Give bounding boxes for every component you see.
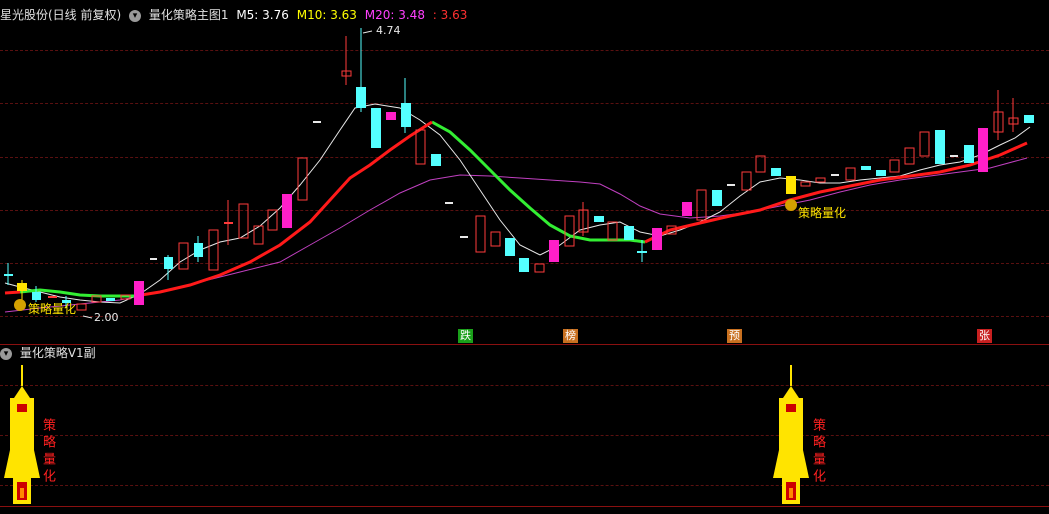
signal-tag-rank: 榜 [563, 329, 578, 343]
candles [4, 28, 1034, 311]
candlestick-chart[interactable] [0, 0, 1049, 514]
rocket-label: 策略量化 [40, 418, 55, 486]
strategy-label: 策略量化 [28, 302, 77, 316]
high-price-label: 4.74 [376, 24, 401, 37]
low-price-label: 2.00 [94, 311, 119, 324]
ma-white-line [4, 103, 1031, 304]
ma-red-line [4, 290, 21, 295]
money-bag-icon [14, 299, 26, 311]
signal-tag-rise: 张 [977, 329, 992, 343]
rocket-label: 策略量化 [810, 418, 825, 486]
signal-tag-fall: 跌 [458, 329, 473, 343]
rocket-icon [773, 365, 809, 504]
signal-tag-predict: 预 [727, 329, 742, 343]
strategy-label: 策略量化 [798, 206, 847, 220]
ma-green-line-2 [431, 120, 646, 244]
rocket-icon [4, 365, 40, 504]
